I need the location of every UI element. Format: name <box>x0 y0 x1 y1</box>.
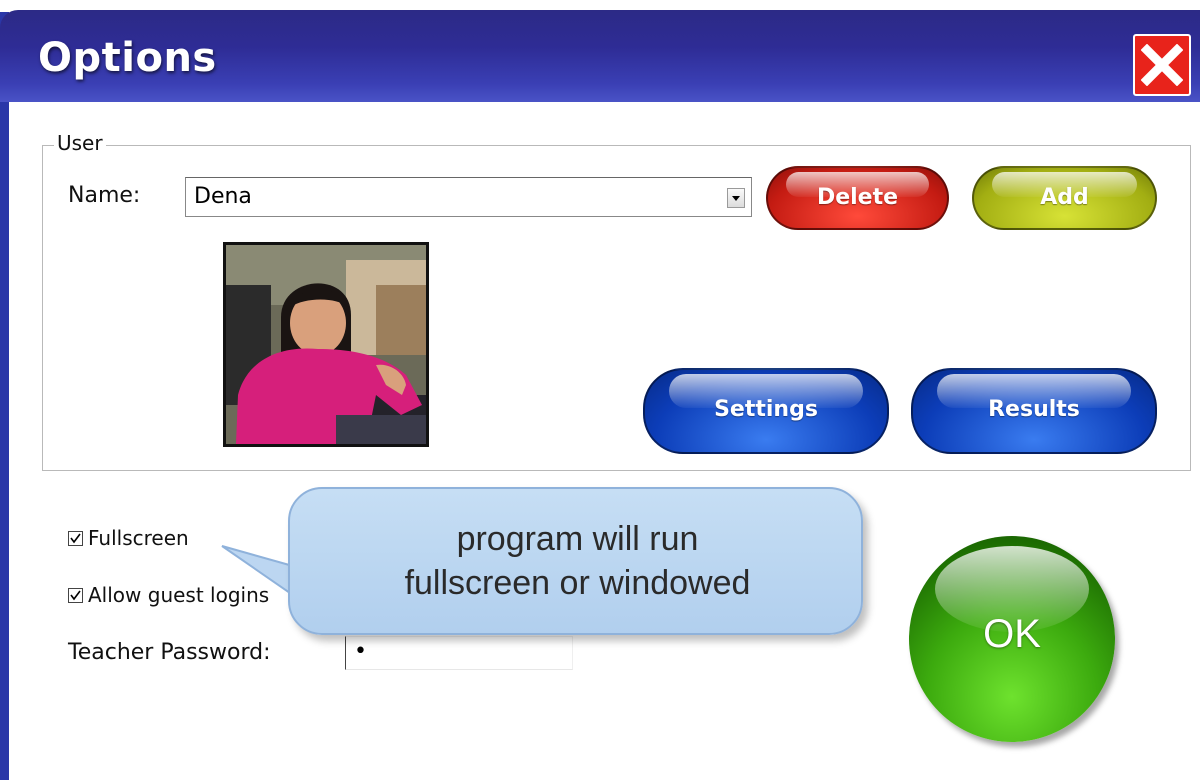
chevron-down-icon[interactable] <box>727 188 745 208</box>
close-icon <box>1141 44 1183 86</box>
user-group-legend: User <box>54 131 106 155</box>
callout-line-1: program will run <box>456 520 699 558</box>
ok-button-label: OK <box>983 612 1041 656</box>
settings-button[interactable]: Settings <box>643 368 889 454</box>
options-window: Options User Name: Dena Delete Add Setti… <box>0 0 1200 780</box>
results-button[interactable]: Results <box>911 368 1157 454</box>
check-icon <box>70 590 81 601</box>
user-name-value: Dena <box>194 184 252 209</box>
close-button[interactable] <box>1133 34 1191 96</box>
check-icon <box>70 533 81 544</box>
results-button-label: Results <box>988 397 1080 422</box>
tooltip-callout: program will run fullscreen or windowed <box>288 487 863 635</box>
delete-user-button[interactable]: Delete <box>766 166 949 230</box>
guest-checkbox-box[interactable] <box>68 588 83 603</box>
fullscreen-label: Fullscreen <box>88 526 189 550</box>
allow-guest-logins-label: Allow guest logins <box>88 583 270 607</box>
user-name-dropdown[interactable]: Dena <box>185 177 752 217</box>
add-button-label: Add <box>1040 185 1089 210</box>
delete-button-label: Delete <box>816 185 899 210</box>
ok-button[interactable]: OK <box>909 536 1115 742</box>
teacher-password-label: Teacher Password: <box>68 640 271 665</box>
user-photo <box>223 242 429 447</box>
settings-button-label: Settings <box>714 397 818 422</box>
name-label: Name: <box>68 183 141 208</box>
window-title: Options <box>38 35 217 81</box>
fullscreen-checkbox[interactable]: Fullscreen <box>68 526 189 550</box>
teacher-password-field[interactable]: • <box>345 636 573 670</box>
allow-guest-logins-checkbox[interactable]: Allow guest logins <box>68 583 269 607</box>
title-bar: Options <box>0 10 1200 102</box>
add-user-button[interactable]: Add <box>972 166 1157 230</box>
window-left-border <box>0 12 9 780</box>
fullscreen-checkbox-box[interactable] <box>68 531 83 546</box>
callout-line-2: fullscreen or windowed <box>404 564 751 602</box>
password-value: • <box>354 639 367 664</box>
